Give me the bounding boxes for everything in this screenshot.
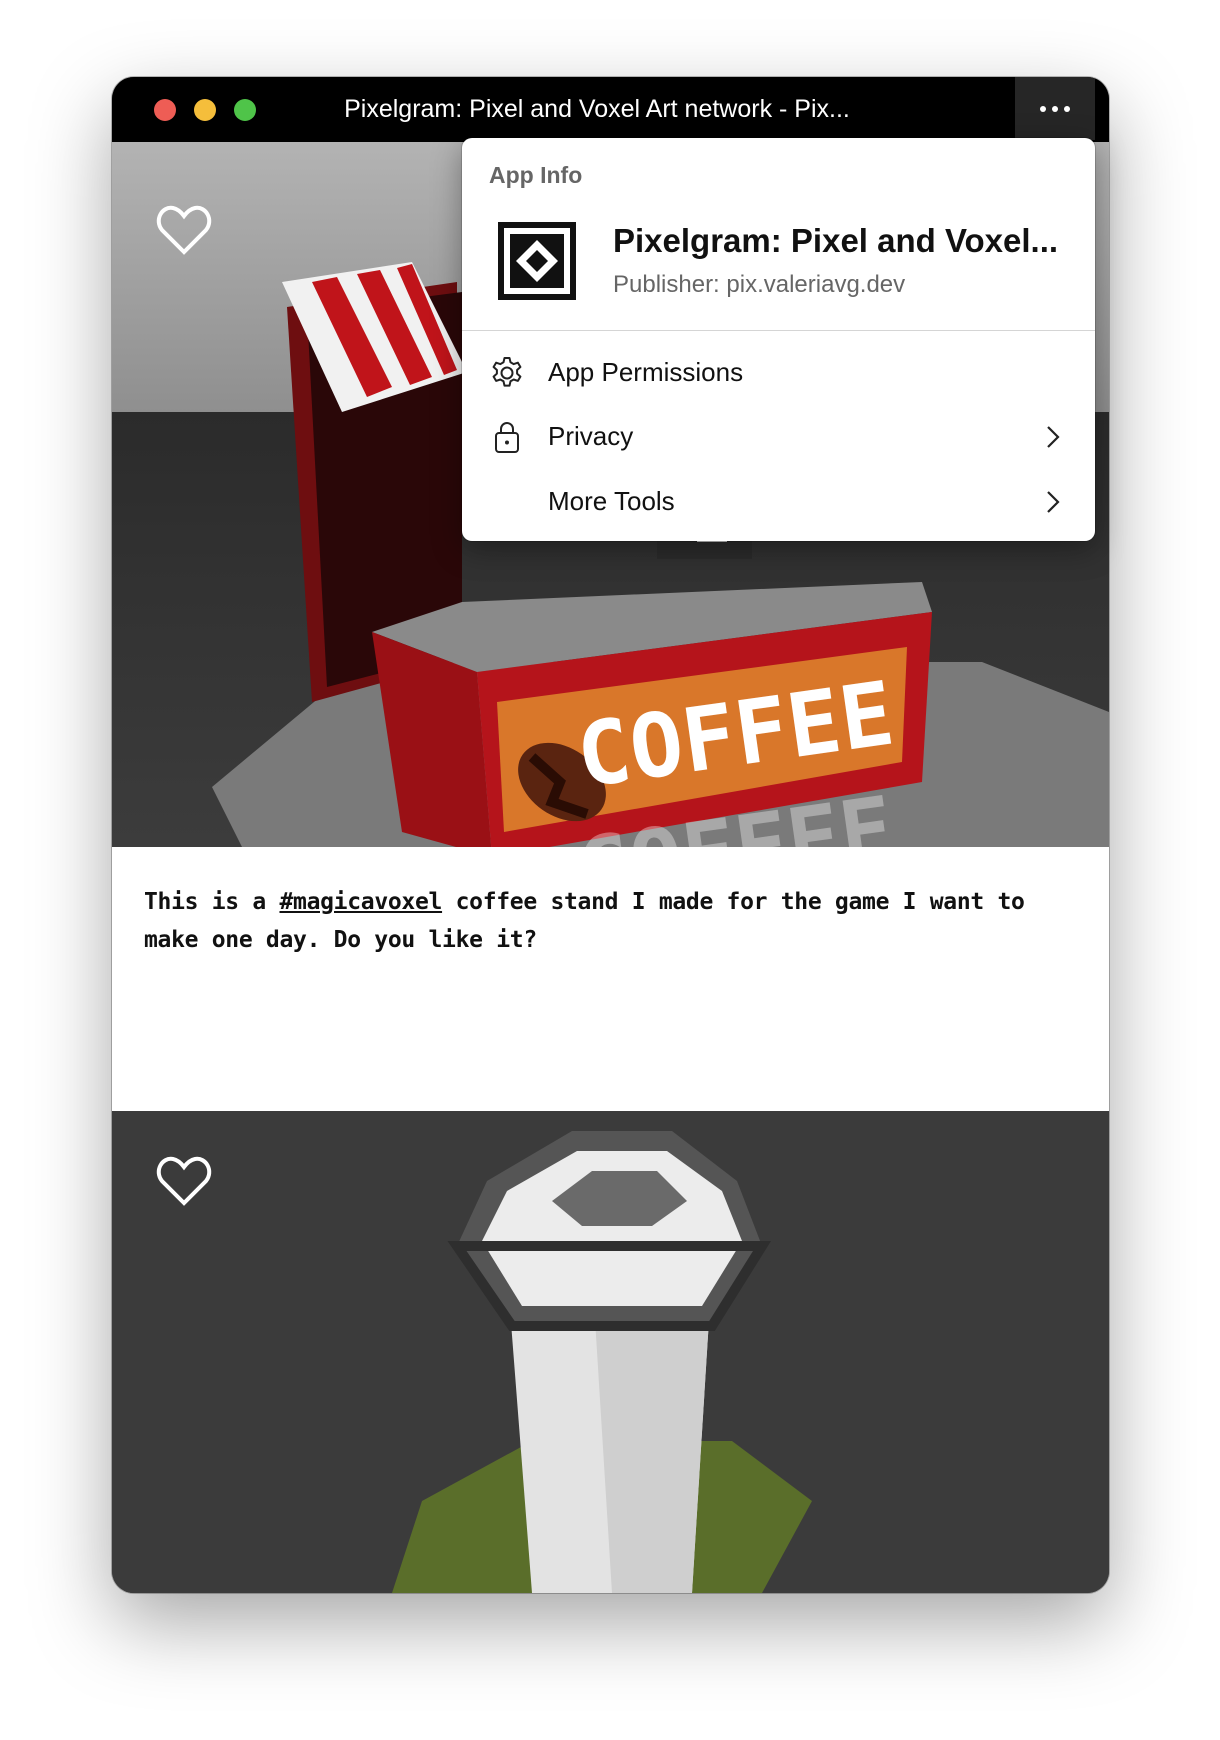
menu-item-label: Privacy <box>548 421 634 451</box>
window-title: Pixelgram: Pixel and Voxel Art network -… <box>344 95 850 123</box>
hashtag-link[interactable]: #magicavoxel <box>279 889 442 915</box>
chevron-right-icon <box>1047 426 1060 448</box>
chevron-right-icon <box>1047 491 1060 513</box>
menu-item-label: More Tools <box>548 486 675 516</box>
app-icon <box>498 222 576 300</box>
ellipsis-icon <box>1040 105 1046 112</box>
heart-icon[interactable] <box>156 204 212 256</box>
heart-icon[interactable] <box>156 1155 212 1207</box>
app-info-popup: App Info Pixelgram: Pixel and Voxel... P… <box>462 138 1095 541</box>
menu-item-app-permissions[interactable]: App Permissions <box>462 341 1095 403</box>
menu-item-label: App Permissions <box>548 357 744 387</box>
gear-icon <box>492 357 522 387</box>
caption-text-before: This is a <box>144 889 280 915</box>
post-image-tower[interactable] <box>112 1111 1109 1593</box>
popup-header: App Info <box>489 162 583 188</box>
app-name: Pixelgram: Pixel and Voxel... <box>613 222 1059 259</box>
post-caption-area: This is a #magicavoxel coffee stand I ma… <box>112 847 1109 1111</box>
title-bar: Pixelgram: Pixel and Voxel Art network -… <box>112 77 1109 142</box>
menu-item-more-tools[interactable]: More Tools <box>462 470 1095 532</box>
tower-illustration <box>112 1111 1109 1593</box>
zoom-button[interactable] <box>234 99 256 121</box>
lock-icon <box>495 422 519 453</box>
menu-item-privacy[interactable]: Privacy <box>462 405 1095 467</box>
popup-divider <box>462 330 1095 331</box>
post-caption: This is a #magicavoxel coffee stand I ma… <box>144 883 1044 959</box>
app-publisher: Publisher: pix.valeriavg.dev <box>613 271 906 298</box>
more-options-button[interactable] <box>1015 77 1095 140</box>
minimize-button[interactable] <box>194 99 216 121</box>
close-button[interactable] <box>154 99 176 121</box>
